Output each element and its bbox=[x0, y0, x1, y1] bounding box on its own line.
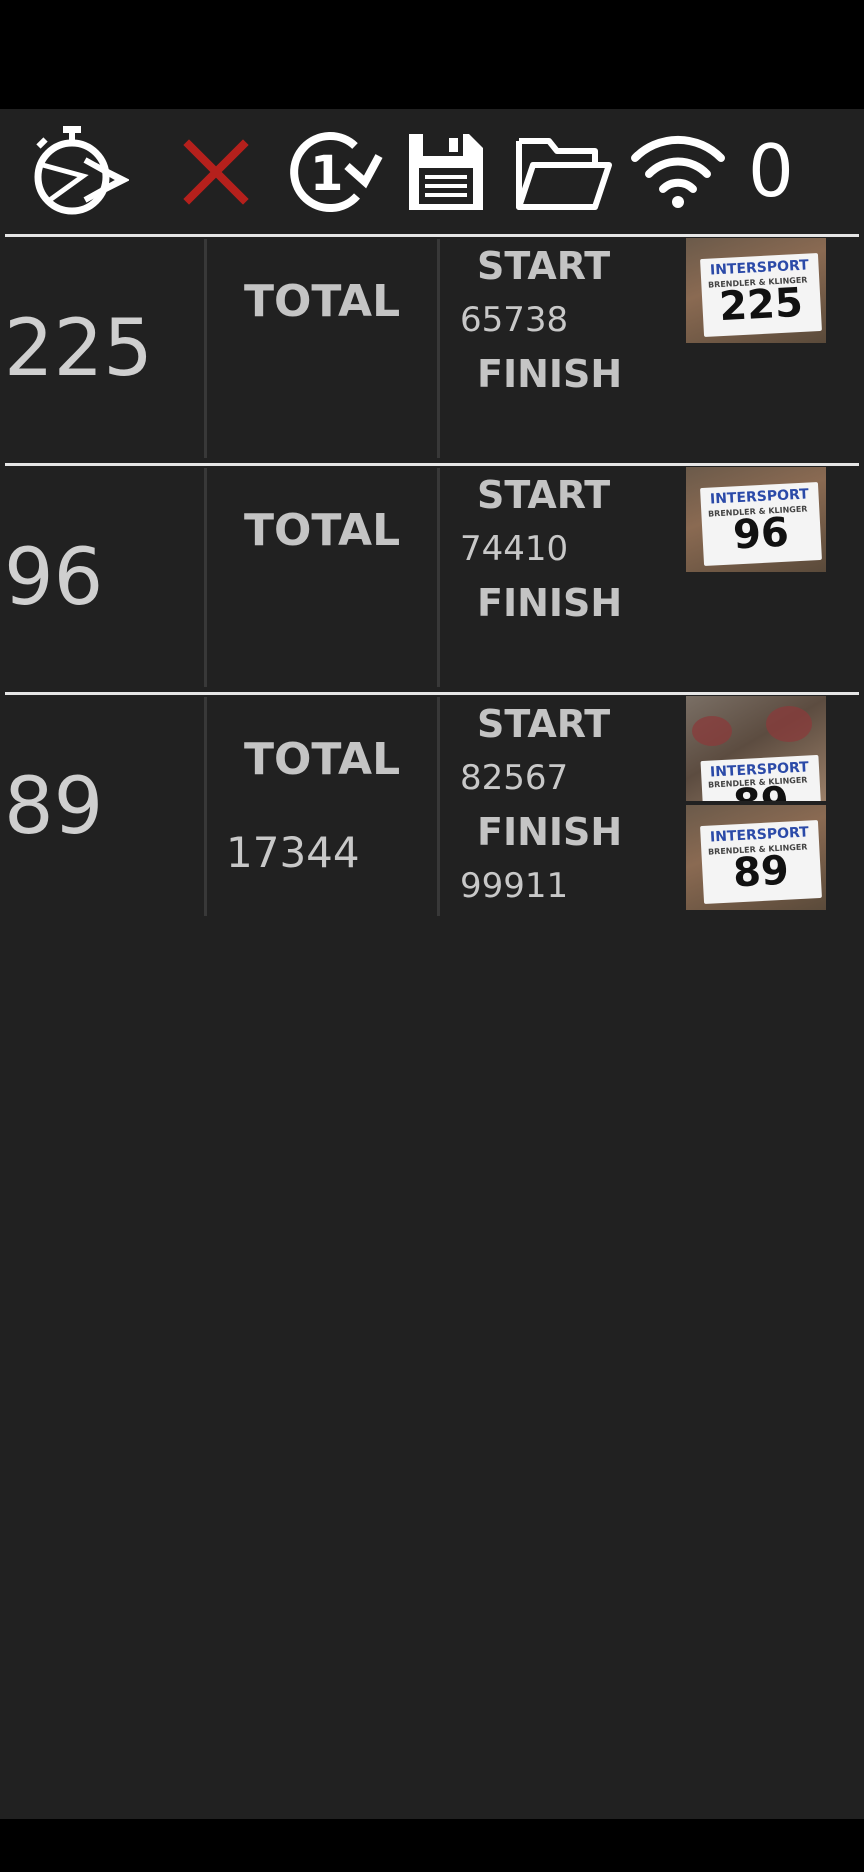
status-bar bbox=[0, 0, 864, 109]
bib-number: 225 bbox=[4, 303, 153, 394]
close-icon bbox=[183, 138, 249, 205]
bib-number: 96 bbox=[4, 532, 104, 623]
start-photo-thumbnail[interactable]: INTERSPORT BRENDLER & KLINGER 225 bbox=[686, 238, 826, 343]
save-icon bbox=[409, 133, 483, 210]
photo-background bbox=[692, 716, 732, 746]
result-row[interactable]: 225 TOTAL START 65738 FINISH INTERSPORT … bbox=[0, 234, 864, 463]
bib-number: 89 bbox=[4, 761, 104, 852]
photo-background bbox=[766, 706, 812, 742]
stopwatch-icon bbox=[34, 125, 129, 214]
column-divider bbox=[204, 239, 207, 458]
finish-photo-thumbnail[interactable]: INTERSPORT BRENDLER & KLINGER 89 bbox=[686, 805, 826, 910]
photo-bib-text: 225 bbox=[718, 279, 804, 331]
first-replay-icon: 1 bbox=[290, 131, 383, 212]
column-divider bbox=[437, 697, 440, 916]
navigation-bar bbox=[0, 1819, 864, 1872]
result-row[interactable]: 96 TOTAL START 74410 FINISH INTERSPORT B… bbox=[0, 463, 864, 692]
save-button[interactable] bbox=[404, 109, 488, 234]
photo-bib-text: 89 bbox=[731, 847, 790, 897]
result-row[interactable]: 89 TOTAL 17344 START 82567 FINISH 99911 … bbox=[0, 692, 864, 921]
wifi-button[interactable] bbox=[628, 109, 728, 234]
column-divider bbox=[437, 468, 440, 687]
column-divider bbox=[204, 697, 207, 916]
start-photo-thumbnail[interactable]: INTERSPORT BRENDLER & KLINGER 89 bbox=[686, 696, 826, 801]
start-label: START bbox=[477, 473, 611, 517]
connection-counter: 0 bbox=[748, 129, 794, 213]
svg-text:1: 1 bbox=[310, 146, 343, 202]
start-time: 74410 bbox=[460, 529, 569, 569]
start-time: 82567 bbox=[460, 758, 569, 798]
total-value: 17344 bbox=[226, 828, 360, 877]
wifi-icon bbox=[631, 135, 725, 208]
toolbar: 1 bbox=[0, 109, 864, 234]
total-label: TOTAL bbox=[244, 505, 401, 556]
first-replay-button[interactable]: 1 bbox=[284, 109, 384, 234]
total-label: TOTAL bbox=[244, 276, 401, 327]
column-divider bbox=[437, 239, 440, 458]
finish-label: FINISH bbox=[477, 810, 623, 854]
finish-label: FINISH bbox=[477, 581, 623, 625]
finish-time: 99911 bbox=[460, 866, 569, 906]
start-time: 65738 bbox=[460, 300, 569, 340]
clear-button[interactable] bbox=[178, 109, 254, 234]
total-label: TOTAL bbox=[244, 734, 401, 785]
finish-label: FINISH bbox=[477, 352, 623, 396]
folder-icon bbox=[516, 137, 612, 210]
start-label: START bbox=[477, 702, 611, 746]
start-label: START bbox=[477, 244, 611, 288]
open-folder-button[interactable] bbox=[512, 109, 614, 234]
start-photo-thumbnail[interactable]: INTERSPORT BRENDLER & KLINGER 96 bbox=[686, 467, 826, 572]
results-list: 225 TOTAL START 65738 FINISH INTERSPORT … bbox=[0, 234, 864, 921]
column-divider bbox=[204, 468, 207, 687]
stopwatch-button[interactable] bbox=[24, 109, 130, 234]
photo-bib-text: 96 bbox=[731, 509, 790, 559]
